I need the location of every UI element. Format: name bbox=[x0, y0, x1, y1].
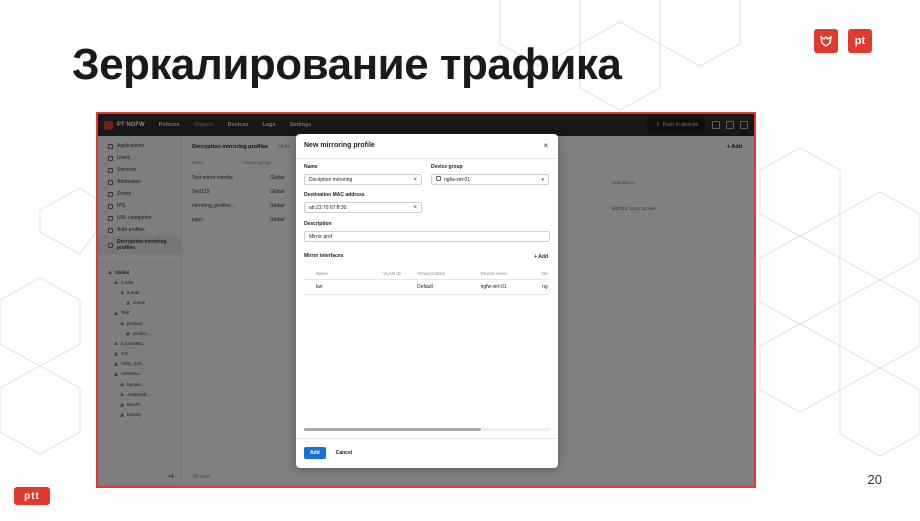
table-header: Name VLAN ID Virtual context Device name… bbox=[304, 268, 550, 280]
table-row[interactable]: lan Default ngfw-virt-01 ng bbox=[304, 280, 550, 295]
add-button[interactable]: Add bbox=[304, 447, 326, 459]
footer-logo: ptt bbox=[14, 487, 50, 505]
col-extra: De bbox=[542, 271, 548, 276]
device-icon bbox=[436, 176, 441, 181]
clear-icon[interactable]: × bbox=[413, 177, 417, 183]
name-value: Dscription mirroring bbox=[309, 176, 353, 183]
horizontal-scrollbar[interactable] bbox=[304, 428, 550, 431]
cell-virtual-context: Default bbox=[417, 284, 433, 290]
col-virtual-context: Virtual context bbox=[417, 271, 446, 276]
mirror-interfaces-label: Mirror interfaces bbox=[304, 253, 344, 259]
dialog-actions: Add Cancel bbox=[304, 447, 352, 459]
slide-number: 20 bbox=[867, 472, 882, 487]
brand-logos: pt bbox=[814, 29, 872, 53]
cell-name: lan bbox=[315, 284, 323, 290]
name-label: Name bbox=[304, 164, 318, 170]
cell-device-name: ngfw-virt-01 bbox=[480, 284, 507, 290]
cell-vlan bbox=[383, 284, 417, 290]
device-group-value: ngfw-virt-01 bbox=[444, 177, 471, 183]
new-mirroring-profile-dialog: New mirroring profile × Name Dscription … bbox=[296, 134, 558, 468]
device-group-select[interactable]: ngfw-virt-01 ▾ bbox=[431, 174, 549, 185]
pt-owl-logo bbox=[814, 29, 838, 53]
mac-label: Destination MAC address bbox=[304, 192, 365, 198]
mac-address-field[interactable]: ab:23:70:67:ff:30 × bbox=[304, 202, 422, 213]
cell-extra: ng bbox=[542, 284, 548, 290]
cancel-button[interactable]: Cancel bbox=[336, 450, 352, 456]
chevron-down-icon: ▾ bbox=[541, 176, 544, 183]
clear-icon[interactable]: × bbox=[413, 205, 417, 211]
divider bbox=[296, 158, 558, 159]
slide-title: Зеркалирование трафика bbox=[72, 40, 622, 89]
device-group-label: Device group bbox=[431, 164, 463, 170]
col-vlan-id: VLAN ID bbox=[383, 271, 401, 276]
description-value: Mirror prof bbox=[309, 233, 333, 240]
mac-value: ab:23:70:67:ff:30 bbox=[309, 204, 347, 211]
mirror-interfaces-table: Name VLAN ID Virtual context Device name… bbox=[304, 268, 550, 295]
app-screenshot: PT NGFW Policies Objects Devices Logs Se… bbox=[96, 112, 756, 488]
close-icon[interactable]: × bbox=[543, 141, 548, 150]
col-device-name: Device name bbox=[480, 271, 507, 276]
description-label: Description bbox=[304, 221, 332, 227]
dialog-title: New mirroring profile bbox=[304, 142, 375, 149]
scrollbar-thumb[interactable] bbox=[304, 428, 482, 431]
add-interface-button[interactable]: + Add bbox=[534, 254, 548, 260]
name-field[interactable]: Dscription mirroring × bbox=[304, 174, 422, 185]
pt-text-logo: pt bbox=[848, 29, 872, 53]
divider bbox=[296, 438, 558, 439]
col-name: Name bbox=[315, 271, 328, 276]
description-field[interactable]: Mirror prof bbox=[304, 231, 550, 242]
